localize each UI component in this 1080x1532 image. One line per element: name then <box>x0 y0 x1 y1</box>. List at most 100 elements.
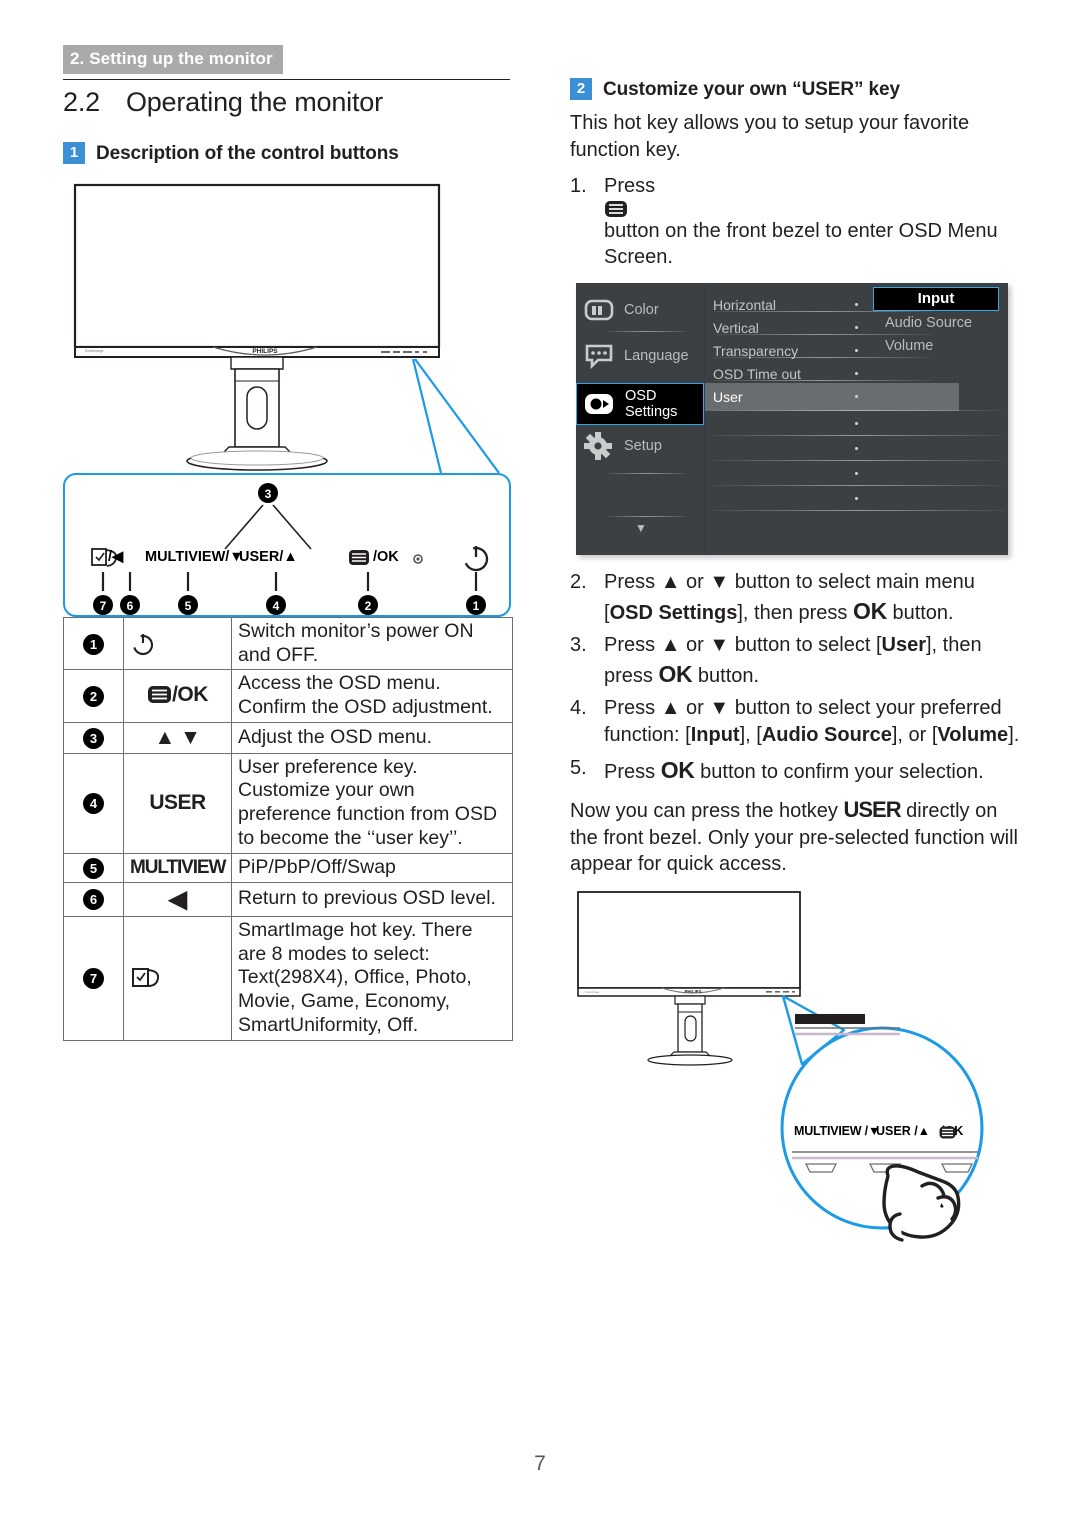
step-2: 2. Press ▲ or ▼ button to select main me… <box>570 569 1022 626</box>
row-description: SmartImage hot key. There are 8 modes to… <box>231 915 513 1041</box>
step-5: 5. Press OK button to confirm your selec… <box>570 755 1022 786</box>
osd-divider <box>713 356 931 358</box>
row-number: 4 <box>83 793 104 815</box>
page-number: 7 <box>534 1452 546 1475</box>
svg-text:6: 6 <box>127 599 134 613</box>
step-4-number: 4. <box>570 697 587 720</box>
osd-bullet <box>855 496 858 500</box>
row-number: 1 <box>83 633 104 655</box>
subsection-badge: 1 <box>63 141 85 164</box>
gear-icon <box>584 431 612 460</box>
osd-sidebar-label: OSD Settings <box>625 387 678 420</box>
control-buttons-table: 1 Switch monitor’s power ON and OFF. 2 /… <box>63 616 513 1041</box>
svg-text:5: 5 <box>185 599 192 613</box>
section-title: Operating the monitor <box>125 87 383 117</box>
osd-divider <box>713 434 1003 436</box>
row-number: 6 <box>83 889 104 911</box>
step-3: 3. Press ▲ or ▼ button to select [User],… <box>570 632 1022 689</box>
step-4: 4. Press ▲ or ▼ button to select your pr… <box>570 695 1022 748</box>
osd-value-audio-source[interactable]: Audio Source <box>885 315 972 331</box>
right-subsection-title: Customize your own “USER” key <box>603 79 900 100</box>
osd-sidebar-item-osd-settings[interactable]: OSD Settings <box>576 382 704 425</box>
osd-divider <box>608 472 686 474</box>
row-number: 7 <box>83 968 104 990</box>
osd-divider <box>713 333 931 335</box>
right-subsection-badge: 2 <box>570 78 592 100</box>
menu-icon <box>148 685 172 703</box>
osd-sidebar-item-setup[interactable]: Setup <box>576 431 704 461</box>
table-row: 6 ◀ Return to previous OSD level. <box>63 881 513 917</box>
step-1: 1. Press button on the front bezel to en… <box>570 173 1022 271</box>
bezel-label-multiview: MULTIVIEW/▼ <box>145 548 244 565</box>
osd-sidebar-label: Setup <box>624 437 662 454</box>
zoom-bezel-label-multiview: MULTIVIEW /▼ <box>794 1123 881 1138</box>
table-row: 5 MULTIVIEW PiP/PbP/Off/Swap <box>63 852 513 883</box>
svg-text:7: 7 <box>100 599 107 613</box>
menu-icon <box>939 1126 956 1139</box>
svg-text:SmartImage: SmartImage <box>85 349 104 353</box>
svg-text:2: 2 <box>365 599 372 613</box>
osd-sidebar-item-color[interactable]: Color <box>576 295 704 325</box>
osd-sidebar: Color Language OSD Settings Setup ▼ <box>576 282 705 555</box>
step-3-text: Press ▲ or ▼ button to select [User], th… <box>604 634 982 687</box>
osd-divider <box>608 515 686 517</box>
language-icon <box>585 344 613 370</box>
up-down-arrows-icon: ▲ ▼ <box>154 725 201 749</box>
step-1-number: 1. <box>570 175 587 198</box>
power-icon <box>132 633 154 655</box>
multiview-key-icon: MULTIVIEW <box>130 856 226 878</box>
row-description: User preference key. Customize your own … <box>231 752 513 854</box>
osd-settings-icon <box>585 393 613 414</box>
menu-icon <box>349 549 369 565</box>
osd-bullet <box>855 348 858 352</box>
osd-sidebar-label: Color <box>624 301 659 318</box>
closing-part1: Now you can press the hotkey <box>570 800 844 823</box>
step-2-text: Press ▲ or ▼ button to select main menu … <box>604 570 975 624</box>
osd-value-volume[interactable]: Volume <box>885 338 933 354</box>
osd-bullet <box>855 302 858 306</box>
section-number: 2.2 <box>63 87 100 117</box>
step-2-number: 2. <box>570 570 587 593</box>
osd-main-pane: Horizontal Vertical Transparency OSD Tim… <box>705 283 1008 555</box>
icon-cell <box>123 915 232 1041</box>
svg-text:SmartImage: SmartImage <box>585 990 600 994</box>
svg-text:PHILIPS: PHILIPS <box>684 989 701 994</box>
osd-bullet <box>855 371 858 375</box>
osd-divider <box>713 409 1003 411</box>
header-rule <box>63 79 510 80</box>
row-description-line1: Access the OSD menu. <box>238 672 441 695</box>
row-number: 5 <box>83 857 104 879</box>
osd-bullet <box>855 446 858 450</box>
steps-list: 2. Press ▲ or ▼ button to select main me… <box>570 569 1022 785</box>
icon-cell: /OK <box>123 669 232 723</box>
user-key-icon: USER <box>149 791 206 815</box>
osd-bullet <box>855 421 858 425</box>
osd-divider <box>713 509 1003 511</box>
left-column: 2.2 Operating the monitor 1 Description o… <box>63 86 513 1041</box>
step-5-text: Press OK button to confirm your selectio… <box>604 756 984 783</box>
row-number: 2 <box>83 686 104 708</box>
right-subsection-heading: 2 Customize your own “USER” key <box>570 78 1022 101</box>
osd-bullet <box>855 325 858 329</box>
row-description: Adjust the OSD menu. <box>231 721 513 754</box>
osd-divider <box>713 379 931 381</box>
power-icon <box>463 545 489 571</box>
osd-sidebar-item-language[interactable]: Language <box>576 341 704 371</box>
section-heading: 2.2 Operating the monitor <box>63 86 513 120</box>
osd-value-input[interactable]: Input <box>873 286 999 311</box>
table-row: 3 ▲ ▼ Adjust the OSD menu. <box>63 721 513 754</box>
running-header: 2. Setting up the monitor <box>63 45 283 74</box>
monitor-illustration: PHILIPS SmartImage 3 7 6 5 4 2 1 /◀ MULT… <box>63 181 513 617</box>
svg-text:1: 1 <box>473 599 480 613</box>
osd-divider <box>713 310 931 312</box>
step-1-post: button on the front bezel to enter OSD M… <box>604 219 998 269</box>
closing-paragraph: Now you can press the hotkey USER direct… <box>570 795 1022 878</box>
table-row: 7 SmartImage hot key. There are 8 modes … <box>63 915 513 1041</box>
callout-3-label: 3 <box>265 487 272 501</box>
osd-bullet <box>855 394 858 398</box>
osd-menu-screenshot: Color Language OSD Settings Setup ▼ Hori… <box>576 282 1008 555</box>
row-description: Access the OSD menu. Confirm the OSD adj… <box>231 669 513 723</box>
osd-item-user[interactable]: User <box>705 382 959 411</box>
bezel-label-ok: /OK <box>373 548 399 565</box>
osd-scroll-down-icon[interactable]: ▼ <box>635 521 647 535</box>
